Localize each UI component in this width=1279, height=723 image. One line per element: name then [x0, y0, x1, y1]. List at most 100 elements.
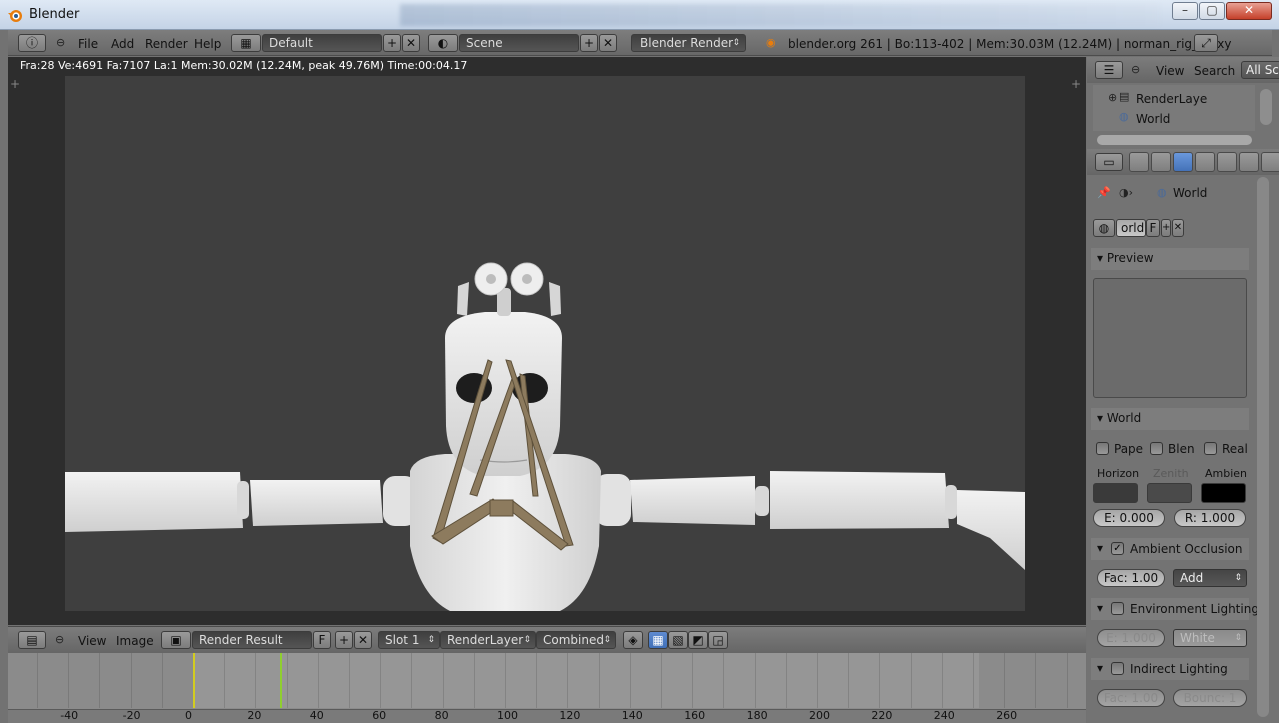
unlink-world-icon[interactable]: ✕ — [1172, 219, 1184, 237]
blend-sky-label: Blen — [1168, 442, 1195, 456]
collapse-menu-icon[interactable]: ⊖ — [56, 36, 65, 50]
outliner-menu-search[interactable]: Search — [1194, 63, 1235, 79]
properties-scrollbar[interactable] — [1257, 177, 1269, 717]
ao-enable-checkbox[interactable]: ✓ — [1111, 542, 1124, 555]
image-editor-header: ▤ ⊖ View Image ▣ Render Result F + ✕ Slo… — [8, 626, 1086, 653]
menu-render[interactable]: Render — [145, 36, 188, 52]
indirect-factor-field[interactable]: Fac: 1.00 — [1097, 689, 1165, 707]
slot-select[interactable]: Slot 1 ⇕ — [378, 631, 440, 649]
horizon-color-swatch[interactable] — [1093, 483, 1138, 503]
outliner-scrollbar[interactable] — [1260, 89, 1272, 125]
ao-blend-select[interactable]: Add ⇕ — [1173, 569, 1247, 587]
range-field[interactable]: R: 1.000 — [1174, 509, 1246, 527]
world-tab-icon[interactable] — [1173, 152, 1193, 172]
pass-select[interactable]: Combined ⇕ — [536, 631, 616, 649]
world-panel-header[interactable]: ▾ World — [1091, 408, 1249, 430]
draw-channels-icon[interactable]: ◈ — [623, 631, 643, 649]
ao-factor-field[interactable]: Fac: 1.00 — [1097, 569, 1165, 587]
sequencer-preview-icon[interactable]: ◲ — [708, 631, 728, 649]
object-tab-icon[interactable] — [1195, 152, 1215, 172]
image-name-field[interactable]: Render Result — [192, 631, 312, 649]
menu-image[interactable]: Image — [116, 633, 154, 649]
render-engine-select[interactable]: Blender Render ⇕ — [631, 34, 746, 52]
outliner-filter-select[interactable]: All Sc — [1241, 61, 1279, 79]
current-frame-cursor[interactable] — [280, 653, 283, 708]
renderlayer-select[interactable]: RenderLayer ⇕ — [440, 631, 536, 649]
outliner-horizontal-scrollbar[interactable] — [1097, 135, 1252, 145]
outliner-item-world[interactable]: World — [1136, 112, 1170, 126]
menu-view[interactable]: View — [78, 633, 106, 649]
env-energy-field[interactable]: E: 1.000 — [1097, 629, 1165, 647]
menu-file[interactable]: File — [78, 36, 98, 52]
image-editor-area[interactable]: Fra:28 Ve:4691 Fa:7107 La:1 Mem:30.02M (… — [8, 57, 1086, 625]
unlink-image-icon[interactable]: ✕ — [354, 631, 372, 649]
timeline-grid-line — [536, 653, 538, 708]
data-tab-icon[interactable] — [1261, 152, 1279, 172]
world-name-field[interactable]: orld — [1116, 219, 1146, 237]
maximize-button[interactable]: ▢ — [1199, 2, 1225, 20]
add-screen-icon[interactable]: + — [383, 34, 401, 52]
timeline-tick-label: 260 — [996, 709, 1018, 722]
render-tab-camera-icon[interactable] — [1129, 152, 1149, 172]
timeline-grid-line — [785, 653, 787, 708]
timeline-area[interactable]: -40 -20 0 20 40 60 80 100 120 140 160 180 200 220 240 2… — [8, 653, 1086, 723]
image-browse-icon[interactable]: ▣ — [161, 631, 191, 649]
env-enable-checkbox[interactable] — [1111, 602, 1124, 615]
paper-sky-checkbox[interactable] — [1096, 442, 1109, 455]
close-button[interactable]: ✕ — [1226, 2, 1272, 20]
editor-type-outliner-icon[interactable]: ☰ — [1095, 61, 1123, 79]
indirect-enable-checkbox[interactable] — [1111, 662, 1124, 675]
display-alpha-icon[interactable]: ▧ — [668, 631, 688, 649]
blender-info-icon: ◉ — [766, 36, 776, 49]
display-zbuffer-icon[interactable]: ◩ — [688, 631, 708, 649]
breadcrumb-world[interactable]: World — [1173, 186, 1207, 200]
new-world-icon[interactable]: + — [1161, 219, 1171, 237]
world-fake-user-button[interactable]: F — [1146, 219, 1160, 237]
pass-label: Combined — [543, 633, 604, 647]
dropdown-arrows-icon: ⇕ — [1234, 573, 1242, 583]
timeline-tick-label: 60 — [372, 709, 387, 722]
fake-user-button[interactable]: F — [313, 631, 331, 649]
collapse-menu-icon[interactable]: ⊖ — [1131, 63, 1140, 77]
outliner-item-renderlayer[interactable]: RenderLaye — [1136, 92, 1207, 106]
expand-icon[interactable]: ⊕ — [1108, 91, 1117, 105]
world-panel-title: World — [1106, 411, 1142, 425]
scene-icon[interactable]: ◐ — [428, 34, 458, 52]
editor-type-image-icon[interactable]: ▤ — [18, 631, 46, 649]
blend-sky-checkbox[interactable] — [1150, 442, 1163, 455]
world-browse-icon[interactable]: ◍ — [1093, 219, 1115, 237]
ambient-color-swatch[interactable] — [1201, 483, 1246, 503]
pin-icon[interactable]: 📌 — [1097, 186, 1111, 200]
timeline-grid-line — [598, 653, 600, 708]
menu-help[interactable]: Help — [194, 36, 221, 52]
preview-panel-header[interactable]: ▾ Preview — [1091, 248, 1249, 270]
menu-add[interactable]: Add — [111, 36, 134, 52]
display-rgb-icon[interactable]: ▦ — [648, 631, 668, 649]
collapse-menu-icon[interactable]: ⊖ — [55, 633, 64, 647]
real-sky-checkbox[interactable] — [1204, 442, 1217, 455]
fullscreen-icon[interactable]: ⤢ — [1194, 34, 1218, 52]
area-split-icon[interactable]: + — [1071, 77, 1081, 91]
exposure-field[interactable]: E: 0.000 — [1093, 509, 1165, 527]
timeline-grid-line — [692, 653, 694, 708]
screen-layout-icon[interactable]: ▦ — [231, 34, 261, 52]
new-image-icon[interactable]: + — [335, 631, 353, 649]
constraints-tab-icon[interactable] — [1217, 152, 1237, 172]
scene-field[interactable]: Scene — [459, 34, 579, 52]
delete-scene-icon[interactable]: ✕ — [599, 34, 617, 52]
scene-tab-icon[interactable] — [1151, 152, 1171, 172]
outliner-menu-view[interactable]: View — [1156, 63, 1184, 79]
editor-type-info-icon[interactable]: ⓘ — [18, 34, 46, 52]
delete-screen-icon[interactable]: ✕ — [402, 34, 420, 52]
add-scene-icon[interactable]: + — [580, 34, 598, 52]
editor-type-properties-icon[interactable]: ▭ — [1095, 153, 1123, 171]
zenith-color-swatch[interactable] — [1147, 483, 1192, 503]
area-split-icon[interactable]: + — [10, 77, 20, 91]
screen-layout-field[interactable]: Default — [262, 34, 382, 52]
env-color-select[interactable]: White ⇕ — [1173, 629, 1247, 647]
modifiers-tab-icon[interactable] — [1239, 152, 1259, 172]
minimize-button[interactable]: – — [1172, 2, 1198, 20]
disclosure-triangle-icon: ▾ — [1097, 601, 1104, 615]
timeline-ruler[interactable]: -40 -20 0 20 40 60 80 100 120 140 160 180 200 220 240 2… — [8, 709, 1086, 723]
indirect-bounces-field[interactable]: Bounc: 1 — [1173, 689, 1247, 707]
